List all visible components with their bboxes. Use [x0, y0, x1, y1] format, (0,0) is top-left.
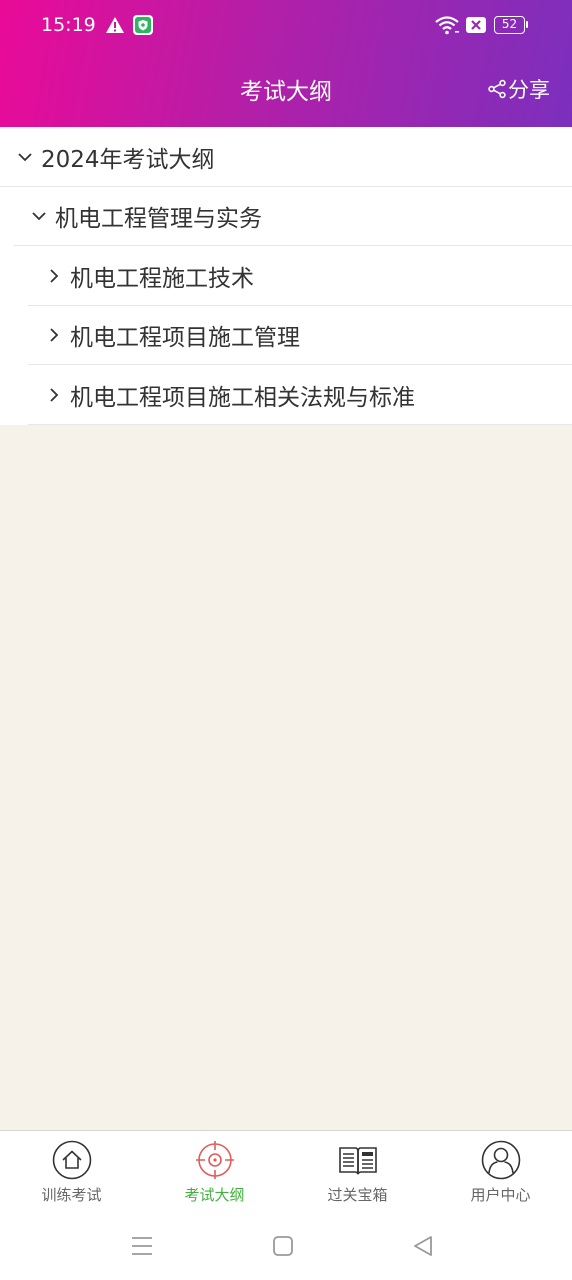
battery-level: 52: [494, 16, 525, 34]
app-header: 15:19 52 考试大纲 分享: [0, 0, 572, 127]
chevron-right-icon: [50, 328, 59, 342]
shield-icon: [133, 15, 153, 35]
home-icon: [52, 1140, 91, 1180]
tree-node-subject[interactable]: 机电工程管理与实务: [0, 187, 572, 246]
chevron-down-icon: [18, 153, 32, 162]
tree-node-root[interactable]: 2024年考试大纲: [0, 127, 572, 187]
tree-node-chapter[interactable]: 机电工程项目施工相关法规与标准: [0, 365, 572, 425]
tree-node-label: 机电工程施工技术: [70, 265, 254, 292]
wifi-icon: [435, 16, 459, 35]
battery-icon: 52: [494, 16, 528, 34]
status-bar: 15:19 52: [0, 0, 572, 52]
tree-node-chapter[interactable]: 机电工程项目施工管理: [0, 306, 572, 365]
tab-user-center[interactable]: 用户中心: [429, 1131, 572, 1220]
bottom-tab-bar: 训练考试 考试大纲 过关宝箱 用户中心: [0, 1130, 572, 1220]
user-icon: [481, 1140, 520, 1180]
chevron-down-icon: [32, 212, 46, 221]
sim-off-icon: [466, 17, 486, 33]
tab-exam-syllabus[interactable]: 考试大纲: [143, 1131, 286, 1220]
tab-label: 过关宝箱: [327, 1186, 388, 1204]
home-square-icon[interactable]: [271, 1234, 295, 1258]
tree-node-label: 机电工程项目施工管理: [70, 325, 300, 352]
news-book-icon: [338, 1147, 377, 1175]
back-triangle-icon[interactable]: [411, 1234, 435, 1258]
status-time: 15:19: [41, 14, 96, 36]
warning-icon: [106, 17, 124, 33]
tree-node-label: 机电工程项目施工相关法规与标准: [70, 384, 415, 411]
menu-icon[interactable]: [130, 1234, 154, 1258]
tab-label: 用户中心: [470, 1186, 531, 1204]
tab-training-exam[interactable]: 训练考试: [0, 1131, 143, 1220]
tree-node-label: 机电工程管理与实务: [55, 206, 262, 233]
chevron-right-icon: [50, 388, 59, 402]
system-nav-bar: [0, 1220, 572, 1280]
tab-label: 训练考试: [41, 1186, 102, 1204]
chevron-right-icon: [50, 269, 59, 283]
tree-node-label: 2024年考试大纲: [41, 146, 215, 173]
share-button[interactable]: 分享: [487, 74, 550, 104]
target-icon: [195, 1141, 234, 1179]
share-icon: [488, 79, 506, 99]
tree-node-chapter[interactable]: 机电工程施工技术: [0, 246, 572, 306]
share-label: 分享: [508, 78, 550, 102]
syllabus-tree: 2024年考试大纲 机电工程管理与实务 机电工程施工技术 机电工程项目施工管理 …: [0, 127, 572, 425]
tab-label: 考试大纲: [184, 1186, 245, 1204]
tab-treasure-box[interactable]: 过关宝箱: [286, 1131, 429, 1220]
